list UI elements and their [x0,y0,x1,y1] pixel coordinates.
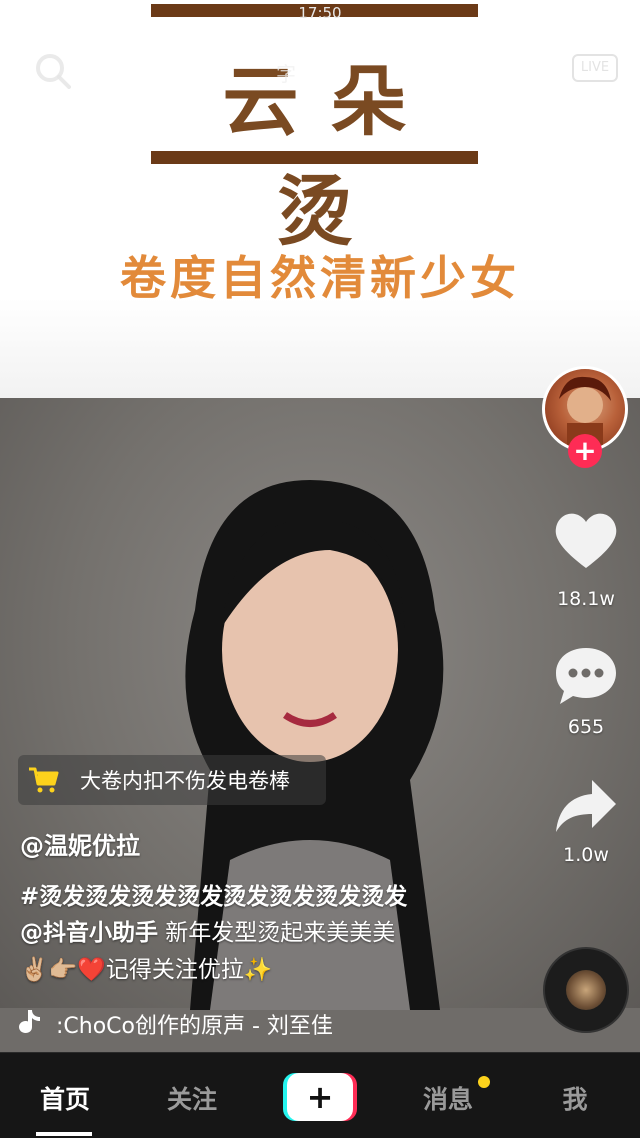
plus-icon: + [287,1073,353,1121]
music-disc[interactable] [543,947,629,1033]
caption-line-3: ✌🏼👉🏼❤️记得关注优拉✨ [20,950,273,984]
live-button[interactable]: LIVE [572,54,618,82]
comment-count: 655 [567,716,605,738]
search-icon[interactable] [34,52,72,90]
caption-line-2: @抖音小助手 新年发型烫起来美美美 [20,913,395,947]
nav-home[interactable]: 首页 [10,1080,120,1116]
nav-follow[interactable]: 关注 [137,1080,247,1116]
product-link[interactable]: 大卷内扣不伤发电卷棒 [18,755,326,805]
cart-icon [18,755,68,805]
caption-text: 新年发型烫起来美美美 [158,920,396,946]
app-screen: 云朵烫 卷度自然清新少女 17:50 字 LIVE + 18.1w 655 1.… [0,0,640,1138]
nav-me[interactable]: 我 [520,1080,630,1116]
product-label: 大卷内扣不伤发电卷棒 [80,769,290,793]
share-count: 1.0w [563,844,609,866]
like-count: 18.1w [557,588,615,610]
music-title[interactable]: :ChoCo创作的原声 - 刘至佳 [56,1008,342,1040]
music-disc-cover [566,970,606,1010]
video-banner: 云朵烫 卷度自然清新少女 [0,0,640,398]
share-icon[interactable] [552,776,620,838]
caption-hashtags[interactable]: #烫发烫发烫发烫发烫发烫发烫发烫发 [20,877,407,911]
music-note-icon [19,1010,40,1033]
top-tab-label[interactable]: 字 [276,58,296,87]
follow-button[interactable]: + [568,434,602,468]
comment-icon[interactable] [552,644,620,706]
caption-emojis: ✌🏼👉🏼❤️ [20,957,106,983]
banner-subtitle: 卷度自然清新少女 [120,251,520,305]
author-name[interactable]: @温妮优拉 [20,826,140,861]
banner-title: 云朵烫 [222,57,439,256]
notification-dot [478,1076,490,1088]
heart-icon[interactable] [552,510,620,572]
mention-link[interactable]: @抖音小助手 [20,920,158,946]
sparkle-emoji: ✨ [243,957,273,983]
caption-text-3: 记得关注优拉 [105,957,244,983]
create-button[interactable]: + [283,1073,357,1121]
nav-home-indicator [36,1132,92,1136]
status-time: 17:50 [298,4,342,22]
banner-bottom-rule [151,151,478,164]
